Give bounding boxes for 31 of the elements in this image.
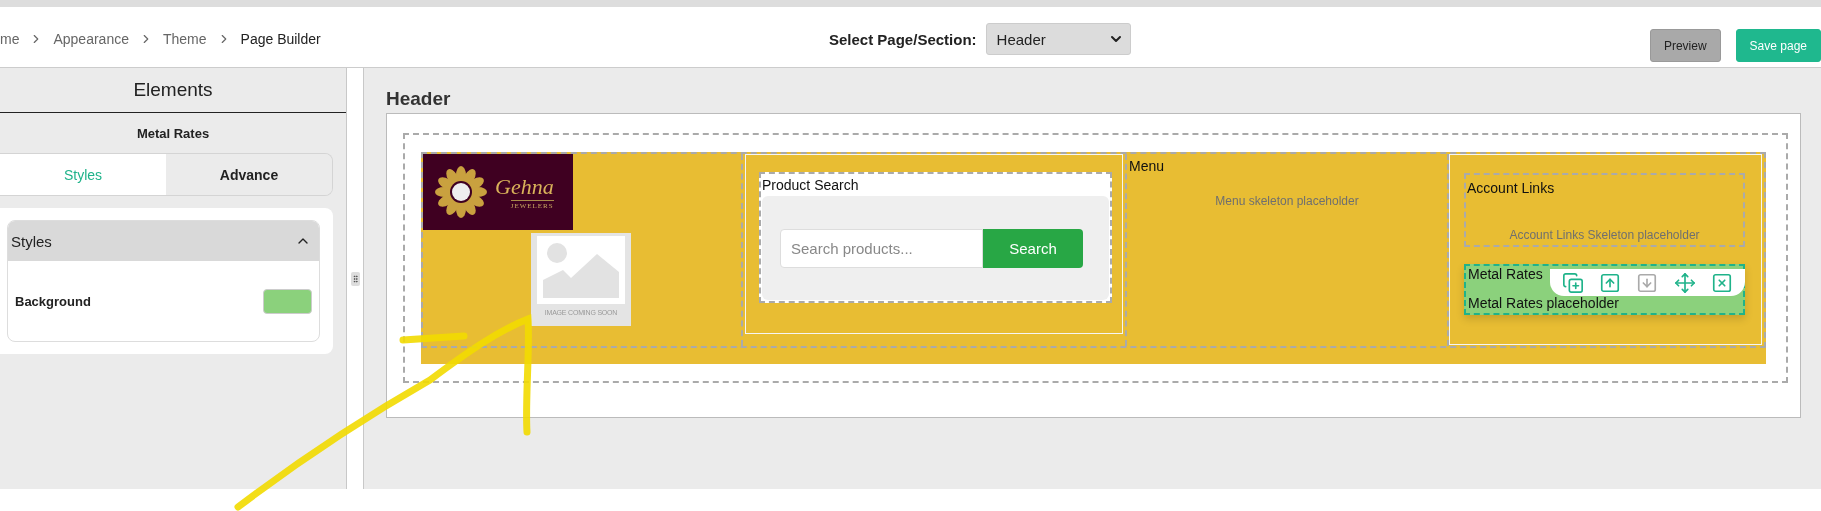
move-icon[interactable]	[1673, 271, 1696, 294]
breadcrumb-item[interactable]: Appearance	[53, 31, 129, 47]
image-icon	[537, 236, 625, 304]
search-field[interactable]: Search products...	[780, 228, 983, 268]
close-icon[interactable]	[1711, 271, 1734, 294]
selected-block[interactable]: Metal Rates Metal Rates placeholder	[1464, 264, 1745, 315]
logo-name: Gehna	[495, 174, 554, 200]
color-swatch[interactable]	[263, 288, 312, 314]
panel-title: Elements	[0, 68, 346, 113]
breadcrumb-item[interactable]: Theme	[162, 31, 207, 47]
block-text: Metal Rates placeholder	[1468, 295, 1619, 311]
resize-handle[interactable]	[350, 271, 360, 286]
placeholder-text: Account Links Skeleton placeholder	[1509, 228, 1700, 242]
canvas-title: Header	[386, 87, 452, 111]
accordion-header[interactable]: Styles	[8, 221, 319, 261]
breadcrumb-item[interactable]: me	[0, 31, 20, 47]
move-up-icon[interactable]	[1599, 271, 1622, 294]
placeholder-text: Menu skeleton placeholder	[1215, 194, 1359, 208]
widget-title: Account Links	[1466, 179, 1556, 198]
duplicate-icon[interactable]	[1561, 271, 1584, 294]
element-name: Metal Rates	[135, 124, 211, 143]
preview-button[interactable]: Preview	[1649, 29, 1721, 62]
block-title: Metal Rates	[1468, 266, 1543, 282]
section-select[interactable]: Header	[985, 23, 1131, 55]
breadcrumb-item[interactable]: Page Builder	[240, 31, 321, 47]
mandala-icon	[435, 166, 487, 218]
widget-title: Menu	[1128, 157, 1165, 174]
widget-title: Product Search	[761, 176, 860, 195]
select-label: Select Page/Section:	[829, 30, 977, 48]
field-label: Background	[15, 293, 91, 309]
accordion-title: Styles	[11, 232, 52, 250]
